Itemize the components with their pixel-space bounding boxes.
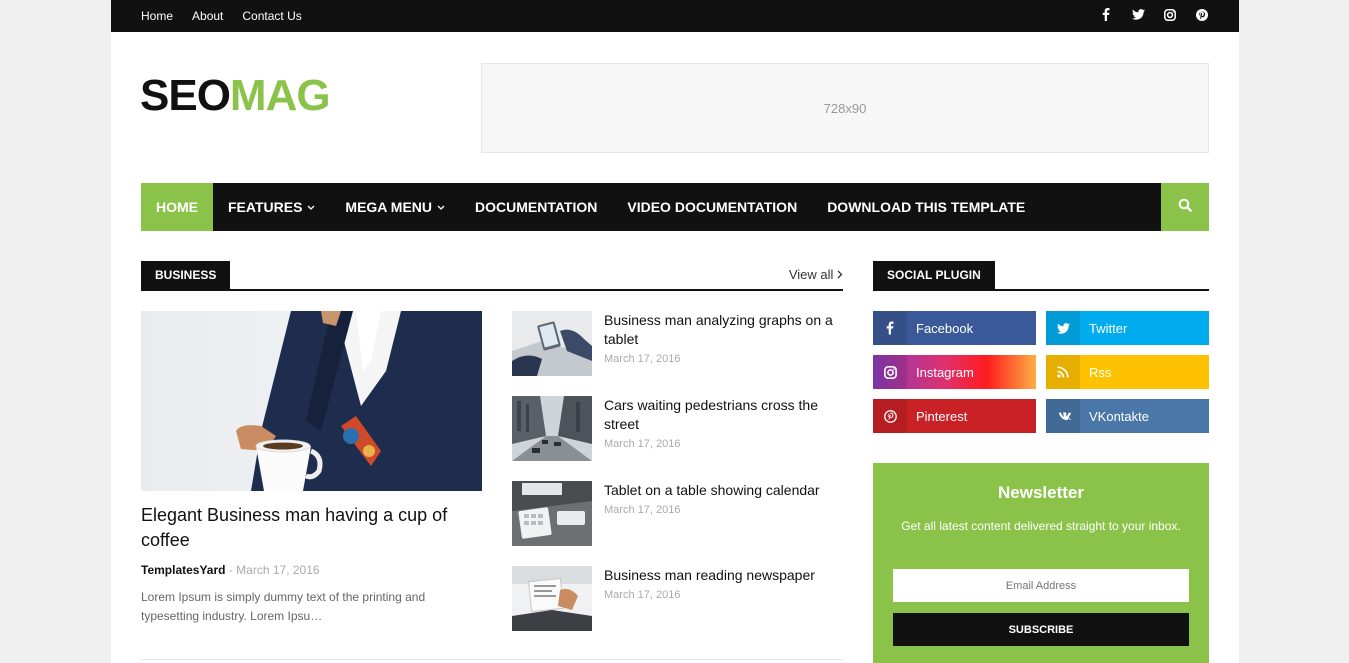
post-thumbnail[interactable]: [512, 396, 592, 461]
pinterest-icon: [873, 399, 907, 433]
list-item[interactable]: Business man analyzing graphs on a table…: [512, 311, 843, 376]
social-button-vkontakte[interactable]: VKontakte: [1046, 399, 1209, 433]
featured-post-excerpt: Lorem Ipsum is simply dummy text of the …: [141, 590, 426, 623]
ad-banner-label: 728x90: [823, 100, 867, 116]
list-item-title[interactable]: Business man reading newspaper: [604, 566, 843, 585]
top-social-icons: [1099, 0, 1209, 32]
logo-part-mag: MAG: [229, 71, 331, 120]
chevron-down-icon: [307, 202, 315, 212]
social-button-facebook[interactable]: Facebook: [873, 311, 1036, 345]
rss-icon: [1046, 355, 1080, 389]
nav-item-features-label: FEATURES: [228, 199, 303, 215]
post-thumbnail[interactable]: [512, 481, 592, 546]
featured-post-date: March 17, 2016: [236, 563, 320, 577]
post-thumbnail[interactable]: [512, 311, 592, 376]
top-links: Home About Contact Us: [141, 0, 302, 32]
section-divider: [141, 659, 843, 660]
nav-item-documentation[interactable]: DOCUMENTATION: [460, 183, 612, 231]
nav-item-features[interactable]: FEATURES: [213, 183, 330, 231]
top-link-contact[interactable]: Contact Us: [242, 9, 301, 23]
social-button-label: Instagram: [916, 364, 974, 380]
social-button-pinterest[interactable]: Pinterest: [873, 399, 1036, 433]
nav-item-download-template[interactable]: DOWNLOAD THIS TEMPLATE: [812, 183, 1040, 231]
list-item-date: March 17, 2016: [604, 353, 681, 365]
nav-item-home[interactable]: HOME: [141, 183, 213, 231]
twitter-icon[interactable]: [1131, 9, 1145, 23]
social-plugin-header: SOCIAL PLUGIN: [873, 261, 1209, 291]
view-all-link[interactable]: View all: [789, 267, 843, 282]
chevron-right-icon: [837, 267, 843, 282]
search-button[interactable]: [1161, 183, 1209, 231]
top-link-home[interactable]: Home: [141, 9, 173, 23]
ad-banner[interactable]: 728x90: [481, 63, 1209, 153]
nav-item-mega-menu[interactable]: MEGA MENU: [330, 183, 460, 231]
newsletter-title: Newsletter: [998, 483, 1084, 502]
page-container: Home About Contact Us SEOMAG 728x90 HOME…: [111, 0, 1239, 663]
social-button-label: VKontakte: [1089, 408, 1149, 424]
list-item-title[interactable]: Cars waiting pedestrians cross the stree…: [604, 396, 843, 434]
social-button-label: Rss: [1089, 364, 1112, 380]
business-tag[interactable]: BUSINESS: [141, 261, 231, 289]
social-button-label: Pinterest: [916, 408, 968, 424]
facebook-icon[interactable]: [1099, 8, 1113, 24]
logo-part-seo: SEO: [140, 71, 231, 120]
top-link-about[interactable]: About: [192, 9, 223, 23]
business-section-header: BUSINESS View all: [141, 261, 843, 291]
list-item-date: March 17, 2016: [604, 589, 681, 601]
social-button-label: Facebook: [916, 320, 974, 336]
list-item-title[interactable]: Business man analyzing graphs on a table…: [604, 311, 843, 349]
email-field[interactable]: [893, 569, 1189, 602]
view-all-label: View all: [788, 267, 834, 282]
chevron-down-icon: [437, 202, 445, 212]
list-item-title[interactable]: Tablet on a table showing calendar: [604, 481, 843, 500]
list-item-date: March 17, 2016: [604, 438, 681, 450]
instagram-icon: [873, 355, 907, 389]
twitter-icon: [1046, 311, 1080, 345]
social-button-label: Twitter: [1089, 320, 1128, 336]
facebook-icon: [873, 311, 907, 345]
featured-post-title[interactable]: Elegant Business man having a cup of cof…: [141, 503, 482, 553]
pinterest-icon[interactable]: [1195, 8, 1209, 24]
main-nav: HOME FEATURES MEGA MENU DOCUMENTATION VI…: [141, 183, 1209, 231]
list-item[interactable]: Cars waiting pedestrians cross the stree…: [512, 396, 843, 461]
search-icon: [1178, 198, 1192, 217]
post-thumbnail[interactable]: [512, 566, 592, 631]
newsletter-description: Get all latest content delivered straigh…: [901, 519, 1181, 533]
newsletter-widget: Newsletter Get all latest content delive…: [873, 463, 1209, 663]
subscribe-button[interactable]: SUBSCRIBE: [893, 613, 1189, 646]
social-button-instagram[interactable]: Instagram: [873, 355, 1036, 389]
nav-item-mega-menu-label: MEGA MENU: [345, 199, 433, 215]
featured-post-image[interactable]: [141, 311, 482, 491]
instagram-icon[interactable]: [1163, 8, 1177, 24]
nav-item-video-documentation[interactable]: VIDEO DOCUMENTATION: [612, 183, 812, 231]
meta-separator: -: [228, 563, 233, 577]
list-item[interactable]: Business man reading newspaper March 17,…: [512, 566, 843, 631]
social-plugin-tag: SOCIAL PLUGIN: [873, 261, 995, 289]
social-button-rss[interactable]: Rss: [1046, 355, 1209, 389]
vk-icon: [1046, 399, 1080, 433]
list-item[interactable]: Tablet on a table showing calendar March…: [512, 481, 843, 546]
site-logo[interactable]: SEOMAG: [140, 70, 331, 122]
list-item-date: March 17, 2016: [604, 504, 681, 516]
social-button-twitter[interactable]: Twitter: [1046, 311, 1209, 345]
featured-post-author[interactable]: TemplatesYard: [141, 563, 225, 577]
top-bar: Home About Contact Us: [111, 0, 1239, 32]
featured-post-meta: TemplatesYard - March 17, 2016: [141, 563, 320, 577]
